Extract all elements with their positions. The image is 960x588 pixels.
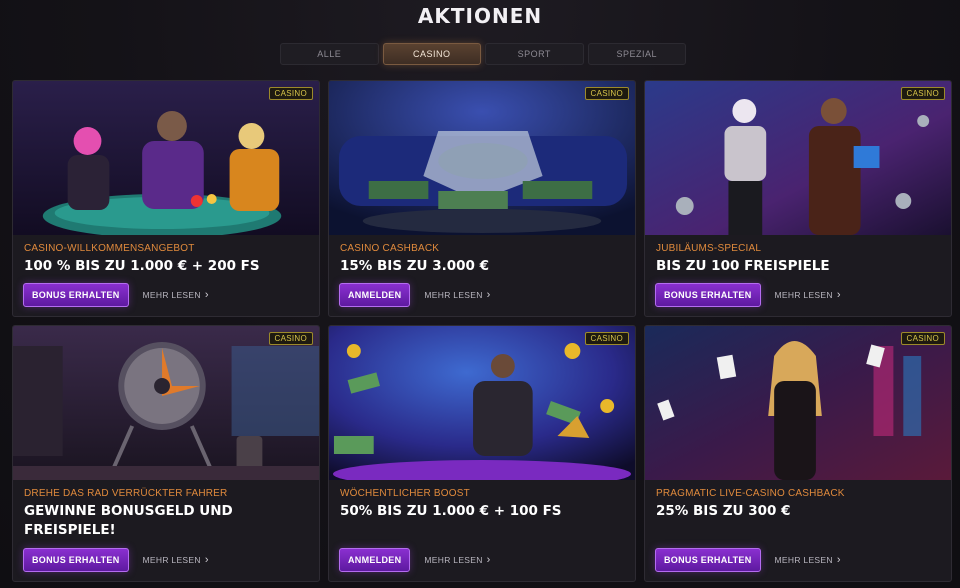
read-more-link[interactable]: MEHR LESEN ›: [143, 554, 209, 566]
read-more-label: MEHR LESEN: [424, 555, 483, 565]
promo-title: 100 % BIS ZU 1.000 € + 200 FS: [24, 258, 260, 274]
tab-all[interactable]: ALLE: [280, 43, 379, 65]
promo-subtitle: CASINO-WILLKOMMENSANGEBOT: [24, 243, 195, 254]
promo-card-weekly-boost: CASINO WÖCHENTLICHER BOOST 50% BIS ZU 1.…: [328, 325, 636, 582]
promo-subtitle: DREHE DAS RAD VERRÜCKTER FAHRER: [24, 488, 228, 499]
casino-badge: CASINO: [268, 87, 313, 100]
promo-card-anniversary: CASINO JUBILÄUMS-SPECIAL BIS ZU 100 FREI…: [644, 80, 952, 317]
promo-card-welcome: CASINO CASINO-WILLKOMMENSANGEBOT 100 % B…: [12, 80, 320, 317]
casino-badge: CASINO: [584, 87, 629, 100]
read-more-link[interactable]: MEHR LESEN ›: [775, 554, 841, 566]
bonus-button[interactable]: BONUS ERHALTEN: [655, 548, 761, 572]
read-more-label: MEHR LESEN: [424, 290, 483, 300]
promo-subtitle: JUBILÄUMS-SPECIAL: [656, 243, 762, 254]
promo-card-cashback: CASINO CASINO CASHBACK 15% BIS ZU 3.000 …: [328, 80, 636, 317]
bonus-button[interactable]: BONUS ERHALTEN: [23, 548, 129, 572]
bonus-button[interactable]: BONUS ERHALTEN: [23, 283, 129, 307]
casino-badge: CASINO: [900, 87, 945, 100]
promo-image-card-woman[interactable]: CASINO: [645, 326, 951, 480]
tab-casino[interactable]: CASINO: [382, 43, 481, 65]
chevron-right-icon: ›: [836, 289, 841, 301]
tab-sport[interactable]: SPORT: [485, 43, 584, 65]
promo-subtitle: CASINO CASHBACK: [340, 243, 440, 254]
casino-badge: CASINO: [900, 332, 945, 345]
promo-subtitle: PRAGMATIC LIVE-CASINO CASHBACK: [656, 488, 845, 499]
read-more-label: MEHR LESEN: [774, 555, 833, 565]
promo-title: 50% BIS ZU 1.000 € + 100 FS: [340, 503, 562, 519]
promo-image-money-bowl[interactable]: CASINO: [329, 81, 635, 235]
read-more-link[interactable]: MEHR LESEN ›: [424, 554, 490, 566]
promo-card-wheel: CASINO DREHE DAS RAD VERRÜCKTER FAHRER G…: [12, 325, 320, 582]
read-more-label: MEHR LESEN: [774, 290, 833, 300]
read-more-label: MEHR LESEN: [142, 555, 201, 565]
promo-image-fortune-wheel[interactable]: CASINO: [13, 326, 319, 480]
casino-badge: CASINO: [268, 332, 313, 345]
bonus-button[interactable]: BONUS ERHALTEN: [655, 283, 761, 307]
promo-image-party-couple[interactable]: CASINO: [645, 81, 951, 235]
chevron-right-icon: ›: [204, 554, 209, 566]
register-button[interactable]: ANMELDEN: [339, 283, 411, 307]
page-title: AKTIONEN: [417, 4, 543, 28]
chevron-right-icon: ›: [486, 554, 491, 566]
chevron-right-icon: ›: [204, 289, 209, 301]
promo-image-poker-table[interactable]: CASINO: [13, 81, 319, 235]
promo-subtitle: WÖCHENTLICHER BOOST: [340, 488, 470, 499]
promo-image-money-rain[interactable]: CASINO: [329, 326, 635, 480]
read-more-link[interactable]: MEHR LESEN ›: [775, 289, 841, 301]
read-more-link[interactable]: MEHR LESEN ›: [143, 289, 209, 301]
promo-grid: CASINO CASINO-WILLKOMMENSANGEBOT 100 % B…: [12, 80, 952, 582]
register-button[interactable]: ANMELDEN: [339, 548, 411, 572]
chevron-right-icon: ›: [486, 289, 491, 301]
casino-badge: CASINO: [584, 332, 629, 345]
read-more-label: MEHR LESEN: [142, 290, 201, 300]
tab-special[interactable]: SPEZIAL: [587, 43, 686, 65]
read-more-link[interactable]: MEHR LESEN ›: [424, 289, 490, 301]
promo-title: BIS ZU 100 FREISPIELE: [656, 258, 830, 274]
promo-title: GEWINNE BONUSGELD UND FREISPIELE!: [24, 503, 233, 538]
chevron-right-icon: ›: [836, 554, 841, 566]
promo-title: 25% BIS ZU 300 €: [656, 503, 791, 519]
promo-title: 15% BIS ZU 3.000 €: [340, 258, 489, 274]
promo-category-tabs: ALLE CASINO SPORT SPEZIAL: [280, 43, 686, 65]
promo-card-live-cashback: CASINO PRAGMATIC LIVE-CASINO CASHBACK 25…: [644, 325, 952, 582]
